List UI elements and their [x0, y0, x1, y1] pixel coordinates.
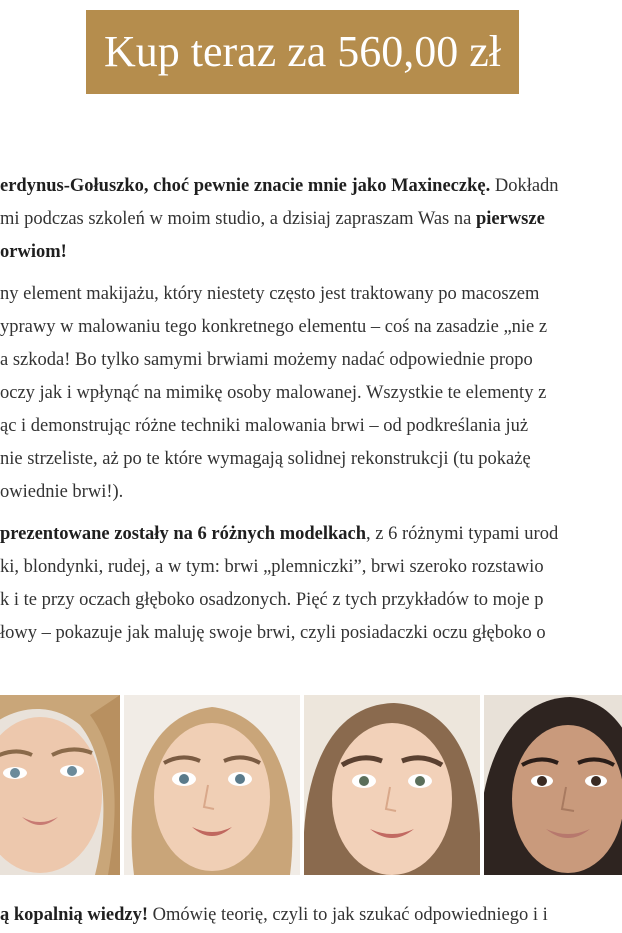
intro-line-2: mi podczas szkoleń w moim studio, a dzis…	[0, 203, 622, 236]
author-name: erdynus-Gołuszko, choć pewnie znacie mni…	[0, 176, 491, 196]
models-line-4: łowy – pokazuje jak maluję swoje brwi, c…	[0, 623, 546, 643]
buy-now-button[interactable]: Kup teraz za 560,00 zł	[86, 10, 519, 94]
brows-paragraph: ny element makijażu, który niestety częs…	[0, 278, 622, 509]
intro-paragraph: erdynus-Gołuszko, choć pewnie znacie mni…	[0, 170, 622, 269]
brows-line: nie strzeliste, aż po te które wymagają …	[0, 449, 531, 469]
models-paragraph: prezentowane zostały na 6 różnych modelk…	[0, 518, 622, 650]
models-line-1-bold: prezentowane zostały na 6 różnych modelk…	[0, 524, 367, 544]
knowledge-line: ą kopalnią wiedzy! Omówię teorię, czyli …	[0, 899, 622, 932]
model-photo-3	[304, 695, 480, 875]
intro-line-1-rest: Dokładn	[490, 176, 559, 196]
article-body: erdynus-Gołuszko, choć pewnie znacie mni…	[0, 170, 622, 650]
models-line-3: k i te przy oczach głęboko osadzonych. P…	[0, 590, 544, 610]
brows-line: oczy jak i wpłynąć na mimikę osoby malow…	[0, 383, 547, 403]
brows-line: yprawy w malowaniu tego konkretnego elem…	[0, 317, 548, 337]
model-photo-2	[124, 695, 300, 875]
knowledge-line-bold: ą kopalnią wiedzy!	[0, 905, 149, 925]
brows-line: owiednie brwi!).	[0, 482, 124, 502]
intro-line-1: erdynus-Gołuszko, choć pewnie znacie mni…	[0, 170, 622, 203]
brows-line: a szkoda! Bo tylko samymi brwiami możemy…	[0, 350, 533, 370]
brows-line: ny element makijażu, który niestety częs…	[0, 284, 540, 304]
knowledge-line-rest: Omówię teorię, czyli to jak szukać odpow…	[148, 905, 548, 925]
intro-line-2-bold: pierwsze	[475, 209, 545, 229]
model-photo-4	[484, 695, 622, 875]
intro-line-2-text: mi podczas szkoleń w moim studio, a dzis…	[0, 209, 476, 229]
intro-line-3: orwiom!	[0, 236, 622, 269]
models-line-2: ki, blondynki, rudej, a w tym: brwi „ple…	[0, 557, 544, 577]
brows-line: ąc i demonstrując różne techniki malowan…	[0, 416, 529, 436]
intro-line-3-bold: orwiom!	[0, 242, 67, 262]
models-line-1-rest: , z 6 różnymi typami urod	[366, 524, 559, 544]
model-photo-1	[0, 695, 120, 875]
models-line-1: prezentowane zostały na 6 różnych modelk…	[0, 518, 622, 551]
model-photo-gallery	[0, 695, 622, 875]
